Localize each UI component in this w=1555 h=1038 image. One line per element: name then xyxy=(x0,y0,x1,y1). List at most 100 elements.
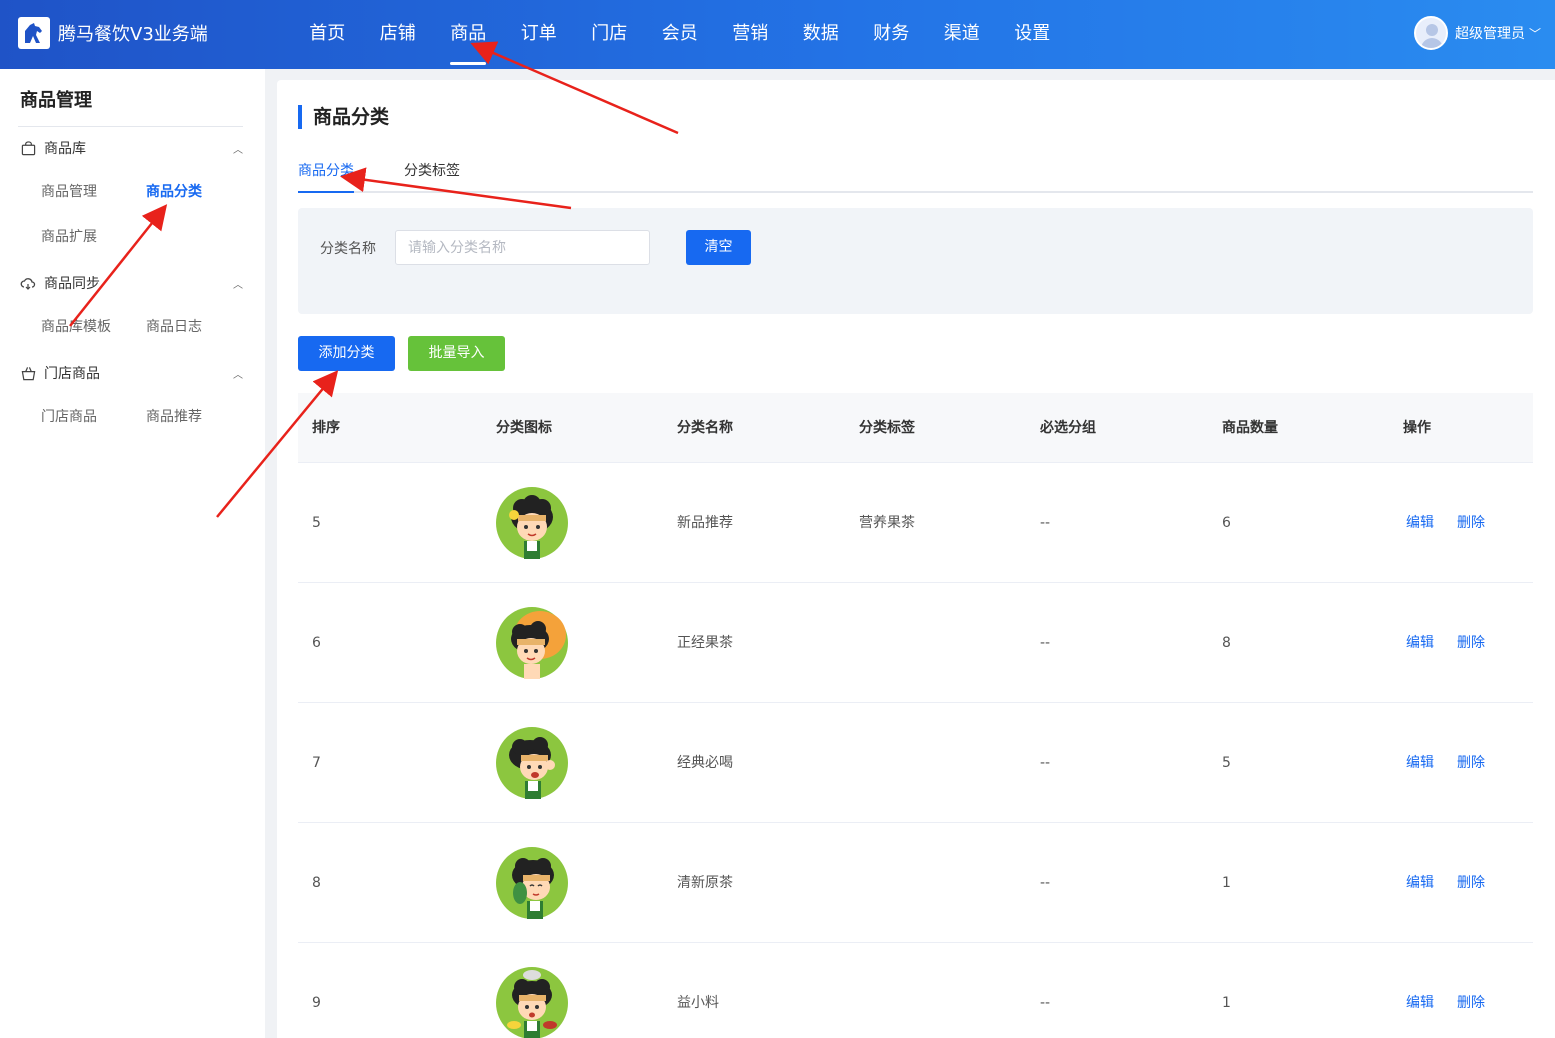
delete-link[interactable]: 删除 xyxy=(1457,583,1485,703)
mascot-green-icon xyxy=(496,487,568,559)
cell-name: 清新原茶 xyxy=(677,875,733,891)
sidebar-title: 商品管理 xyxy=(20,90,92,111)
bag-icon xyxy=(20,140,36,156)
table-row: 6 正经果茶 -- 8 编辑 删除 xyxy=(298,583,1533,703)
user-name: 超级管理员 xyxy=(1454,26,1525,42)
nav-data[interactable]: 数据 xyxy=(786,0,857,69)
filter-label: 分类名称 xyxy=(320,241,376,257)
mascot-green-icon xyxy=(496,847,568,919)
sidebar-group-library: 商品库 ︿ xyxy=(20,137,245,159)
edit-link[interactable]: 编辑 xyxy=(1406,463,1434,583)
cell-count: 1 xyxy=(1222,995,1231,1011)
nav-marketing[interactable]: 营销 xyxy=(715,0,786,69)
main-panel: 商品分类 商品分类 分类标签 分类名称 清空 添加分类 批量导入 排序 分类图标… xyxy=(277,80,1555,1038)
cell-tag: 营养果茶 xyxy=(859,515,915,531)
table-row: 7 经典必喝 -- 5 编辑 删除 xyxy=(298,703,1533,823)
col-tag: 分类标签 xyxy=(859,420,915,436)
page-title: 商品分类 xyxy=(298,105,389,129)
chevron-up-icon[interactable]: ︿ xyxy=(233,366,243,381)
sidebar-group-head-sync[interactable]: 商品同步 ︿ xyxy=(20,272,245,294)
nav-stores[interactable]: 门店 xyxy=(574,0,645,69)
col-required-group: 必选分组 xyxy=(1040,420,1096,436)
mascot-green-icon xyxy=(496,727,568,799)
sidebar-group-label: 商品同步 xyxy=(44,276,100,292)
cell-sort: 7 xyxy=(312,755,321,771)
col-count: 商品数量 xyxy=(1222,420,1278,436)
cell-name: 正经果茶 xyxy=(677,635,733,651)
nav-goods[interactable]: 商品 xyxy=(433,0,504,69)
edit-link[interactable]: 编辑 xyxy=(1406,823,1434,943)
nav-orders[interactable]: 订单 xyxy=(504,0,575,69)
basket-icon xyxy=(20,365,36,381)
cell-required-group: -- xyxy=(1040,635,1051,651)
cell-name: 益小料 xyxy=(677,995,719,1011)
table-row: 8 清新原茶 -- 1 编辑 删除 xyxy=(298,823,1533,943)
sidebar-item-store-goods[interactable]: 门店商品 xyxy=(41,406,97,426)
chevron-up-icon[interactable]: ︿ xyxy=(233,276,243,291)
cell-sort: 8 xyxy=(312,875,321,891)
avatar xyxy=(1413,16,1448,50)
app-title: 腾马餐饮V3业务端 xyxy=(58,24,208,45)
sidebar-item-goods-recommend[interactable]: 商品推荐 xyxy=(146,406,202,426)
edit-link[interactable]: 编辑 xyxy=(1406,943,1434,1038)
sidebar-item-library-template[interactable]: 商品库模板 xyxy=(41,316,111,336)
cloud-sync-icon xyxy=(20,275,36,291)
category-table: 排序 分类图标 分类名称 分类标签 必选分组 商品数量 操作 5 新品推荐 营养… xyxy=(298,393,1533,1038)
cell-required-group: -- xyxy=(1040,755,1051,771)
mascot-green-icon xyxy=(496,967,568,1038)
sidebar-divider xyxy=(18,126,243,127)
sidebar-item-goods-log[interactable]: 商品日志 xyxy=(146,316,202,336)
sidebar-group-store: 门店商品 ︿ xyxy=(20,362,245,384)
add-category-button[interactable]: 添加分类 xyxy=(298,336,395,371)
nav-finance[interactable]: 财务 xyxy=(856,0,927,69)
nav-settings[interactable]: 设置 xyxy=(997,0,1068,69)
nav-home[interactable]: 首页 xyxy=(292,0,363,69)
category-name-input[interactable] xyxy=(395,230,650,265)
col-sort[interactable]: 排序 xyxy=(312,393,340,463)
user-menu[interactable]: 超级管理员 ﹀ xyxy=(1413,16,1541,50)
clear-button[interactable]: 清空 xyxy=(686,230,751,265)
tab-category-tags[interactable]: 分类标签 xyxy=(404,159,460,183)
horse-logo-icon xyxy=(18,17,50,49)
edit-link[interactable]: 编辑 xyxy=(1406,703,1434,823)
table-header: 排序 分类图标 分类名称 分类标签 必选分组 商品数量 操作 xyxy=(298,393,1533,463)
chevron-up-icon[interactable]: ︿ xyxy=(233,141,243,156)
tab-bar: 商品分类 分类标签 xyxy=(298,159,1533,193)
sidebar-group-head-library[interactable]: 商品库 ︿ xyxy=(20,137,245,159)
cell-count: 6 xyxy=(1222,515,1231,531)
sidebar-group-sync: 商品同步 ︿ xyxy=(20,272,245,294)
cell-sort: 6 xyxy=(312,635,321,651)
cell-name: 经典必喝 xyxy=(677,755,733,771)
batch-import-button[interactable]: 批量导入 xyxy=(408,336,505,371)
edit-link[interactable]: 编辑 xyxy=(1406,583,1434,703)
col-actions: 操作 xyxy=(1403,420,1431,436)
top-header: 腾马餐饮V3业务端 首页 店铺 商品 订单 门店 会员 营销 数据 财务 渠道 … xyxy=(0,0,1555,69)
sidebar-item-goods-manage[interactable]: 商品管理 xyxy=(41,181,97,201)
app-logo[interactable]: 腾马餐饮V3业务端 xyxy=(18,17,208,49)
delete-link[interactable]: 删除 xyxy=(1457,823,1485,943)
chevron-down-icon: ﹀ xyxy=(1528,26,1541,41)
delete-link[interactable]: 删除 xyxy=(1457,703,1485,823)
cell-sort: 5 xyxy=(312,515,321,531)
cell-required-group: -- xyxy=(1040,515,1051,531)
sidebar-group-head-store[interactable]: 门店商品 ︿ xyxy=(20,362,245,384)
delete-link[interactable]: 删除 xyxy=(1457,943,1485,1038)
cell-count: 5 xyxy=(1222,755,1231,771)
nav-members[interactable]: 会员 xyxy=(645,0,716,69)
sidebar: 商品管理 商品库 ︿ 商品管理 商品分类 商品扩展 商品同步 ︿ 商品库模板 商… xyxy=(0,69,265,1038)
filter-panel: 分类名称 清空 xyxy=(298,208,1533,314)
cell-count: 8 xyxy=(1222,635,1231,651)
nav-channels[interactable]: 渠道 xyxy=(927,0,998,69)
cell-required-group: -- xyxy=(1040,875,1051,891)
sidebar-item-goods-category[interactable]: 商品分类 xyxy=(146,181,202,201)
cell-required-group: -- xyxy=(1040,995,1051,1011)
sidebar-item-goods-extend[interactable]: 商品扩展 xyxy=(41,226,97,246)
cell-count: 1 xyxy=(1222,875,1231,891)
col-name: 分类名称 xyxy=(677,420,733,436)
sidebar-group-label: 商品库 xyxy=(44,141,86,157)
cell-sort: 9 xyxy=(312,995,321,1011)
delete-link[interactable]: 删除 xyxy=(1457,463,1485,583)
tab-category[interactable]: 商品分类 xyxy=(298,159,354,193)
nav-shop[interactable]: 店铺 xyxy=(363,0,434,69)
table-row: 5 新品推荐 营养果茶 -- 6 编辑 删除 xyxy=(298,463,1533,583)
